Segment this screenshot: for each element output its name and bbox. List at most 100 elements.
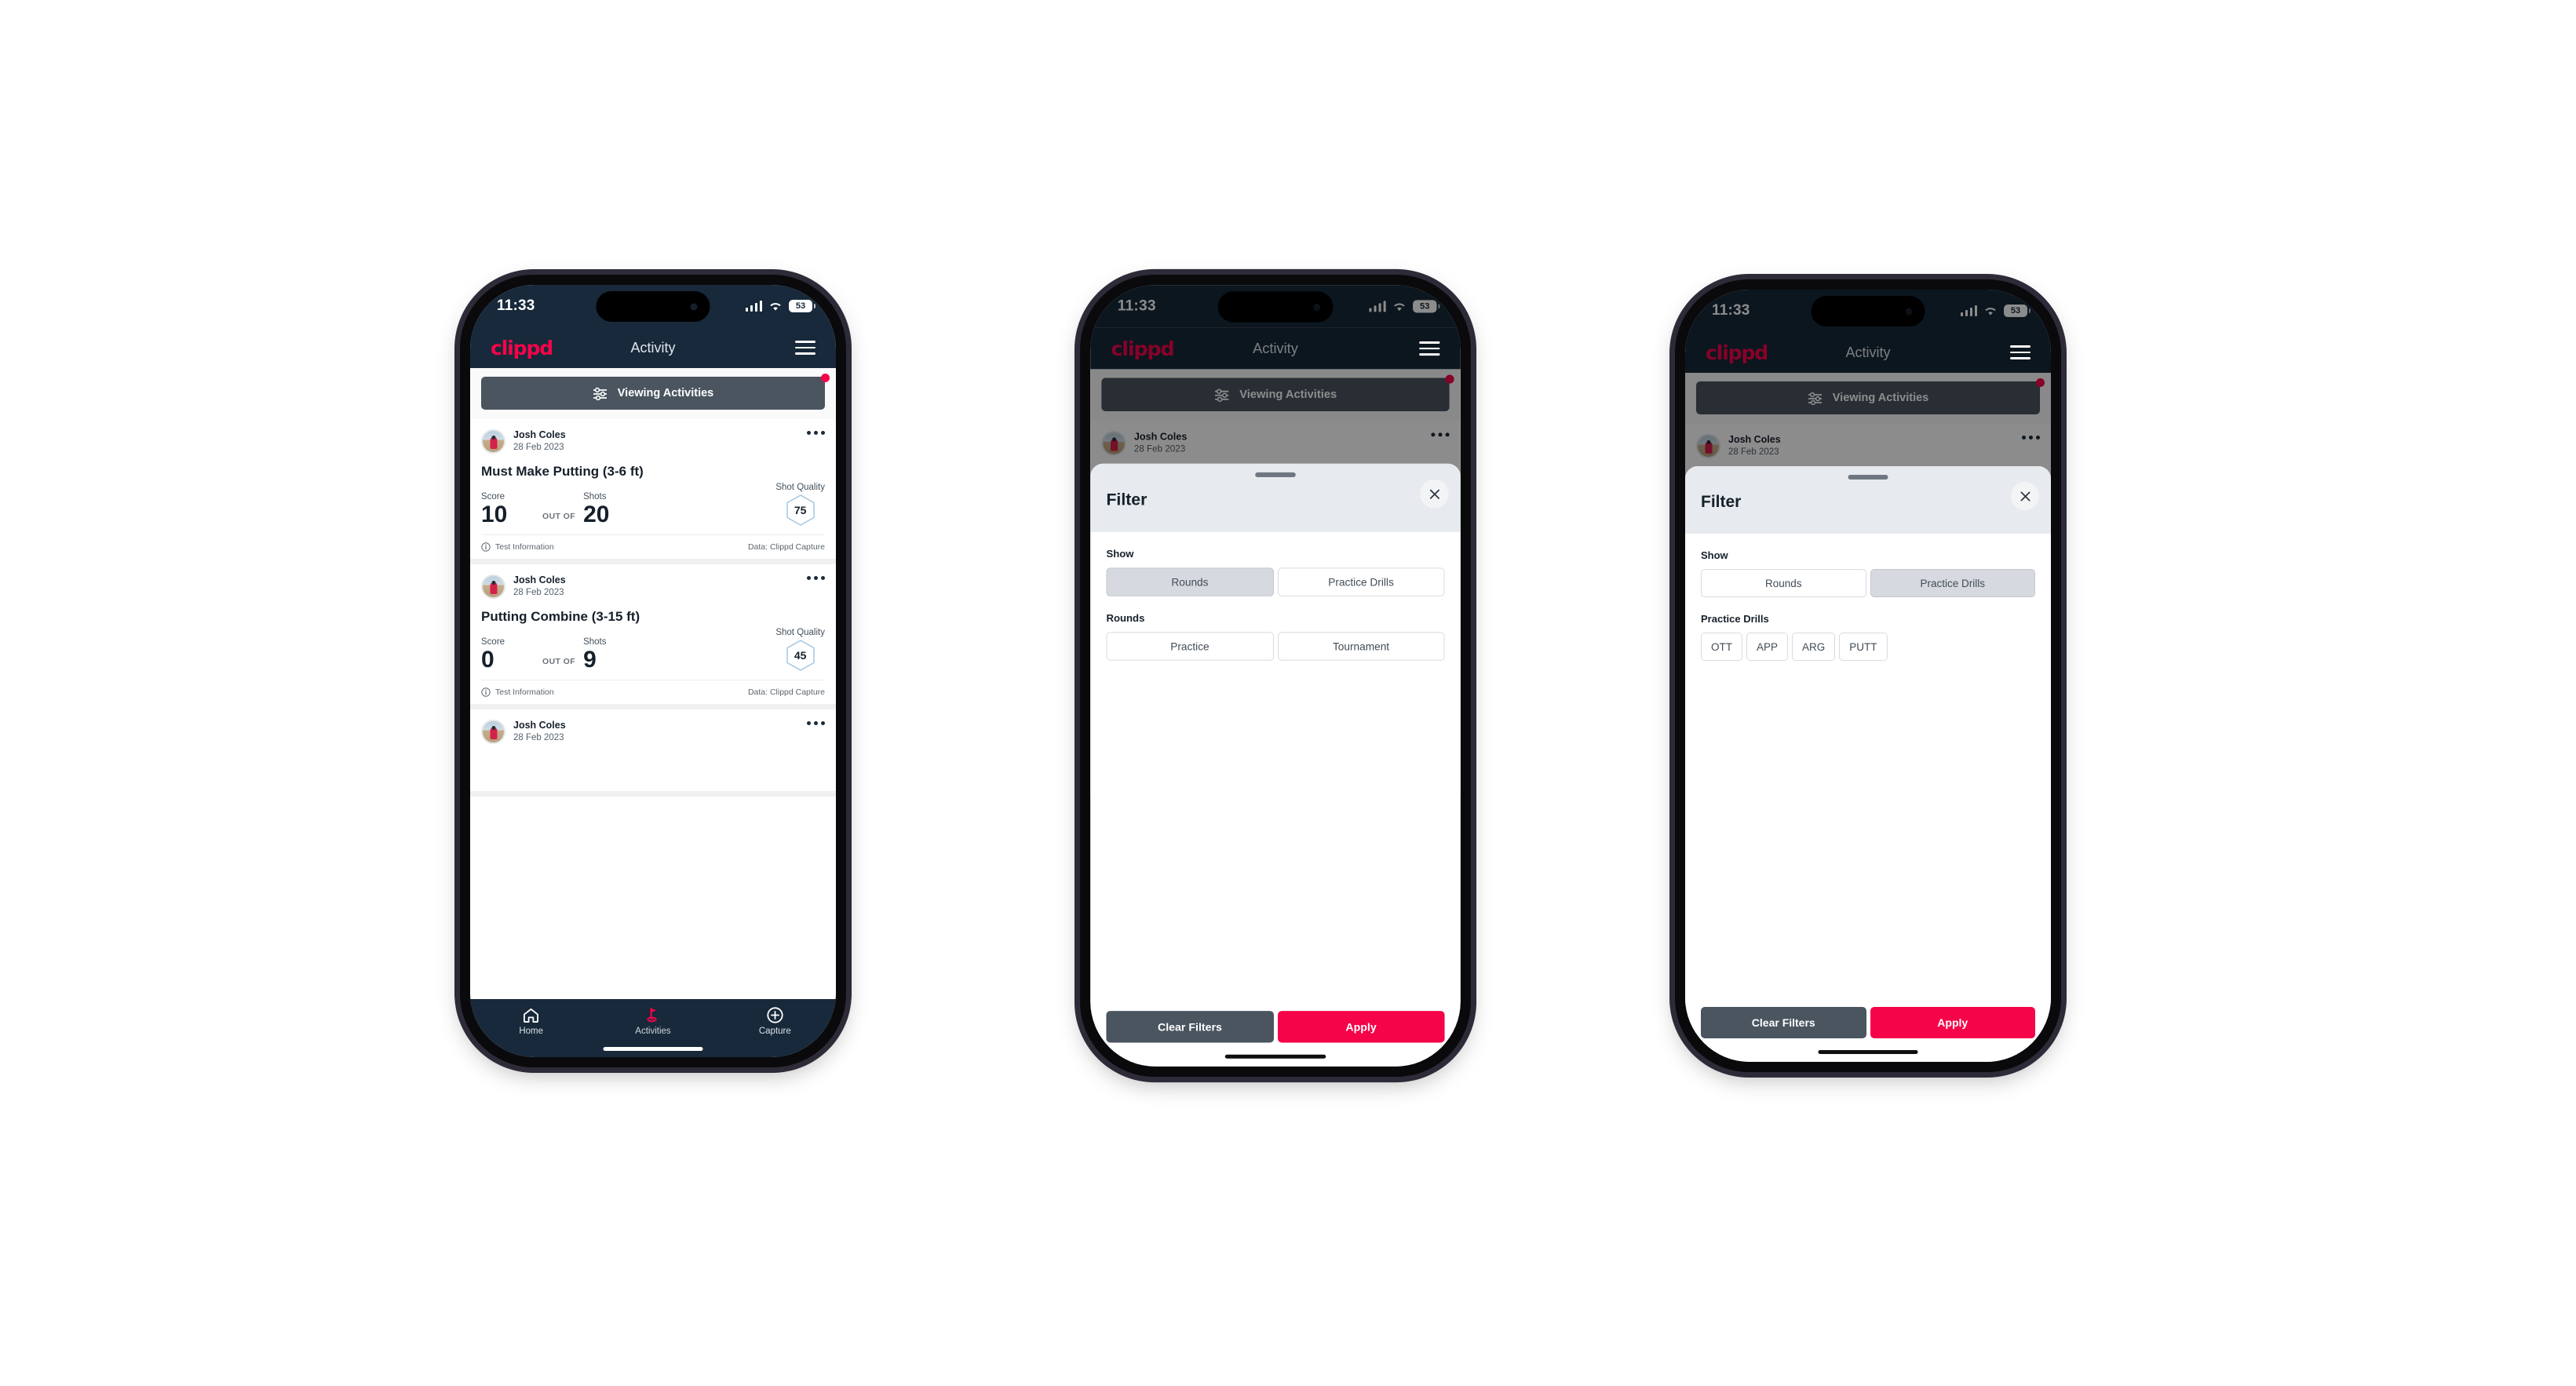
apply-button[interactable]: Apply — [1277, 1011, 1445, 1043]
rounds-option-tournament[interactable]: Tournament — [1277, 632, 1445, 661]
menu-icon[interactable] — [1419, 341, 1440, 356]
score-stat: Score 10 — [481, 492, 542, 527]
score-label: Score — [481, 491, 505, 502]
filter-modal-body: Show Rounds Practice Drills Rounds Pract… — [1090, 531, 1461, 1012]
bottom-tab-bar: Home Activities Capture — [470, 999, 836, 1057]
activity-stats: Score 10 OUT OF Shots 20 Shot Quality 75 — [481, 483, 825, 534]
activity-card-footer: Test Information Data: Clippd Capture — [481, 534, 825, 559]
wifi-icon — [768, 301, 783, 312]
tab-home-label: Home — [519, 1027, 543, 1036]
tab-capture-label: Capture — [758, 1027, 791, 1036]
author-date: 28 Feb 2023 — [513, 732, 564, 742]
avatar — [481, 429, 505, 454]
tab-home[interactable]: Home — [470, 1006, 592, 1036]
filter-modal: Filter Show Rounds Practice Drills Round… — [1090, 463, 1461, 1067]
test-information-label: Test Information — [495, 688, 554, 697]
activity-list: Josh Coles 28 Feb 2023 Must Make Putting… — [470, 419, 836, 797]
tab-activities[interactable]: Activities — [592, 1006, 713, 1036]
author-date: 28 Feb 2023 — [513, 442, 564, 452]
score-label: Score — [481, 636, 505, 647]
filter-modal: Filter Show Rounds Practice Drills Pract… — [1685, 466, 2051, 1062]
show-options: Rounds Practice Drills — [1106, 567, 1445, 596]
phone-device-filter-rounds: 11:33 53 clippd Activity Viewing Activit… — [1080, 274, 1471, 1078]
activity-card[interactable]: Josh Coles 28 Feb 2023 Putting Combine (… — [470, 564, 836, 709]
drag-handle[interactable] — [1848, 475, 1888, 480]
close-icon[interactable] — [2011, 482, 2039, 510]
info-icon — [481, 688, 491, 697]
avatar — [481, 720, 505, 744]
tab-capture[interactable]: Capture — [714, 1006, 836, 1036]
screenshot-stage: 11:33 53 clippd Activity Viewing Activit… — [0, 0, 2576, 1386]
more-options-icon[interactable] — [807, 574, 825, 580]
author-name: Josh Coles — [513, 720, 566, 731]
dynamic-island — [596, 291, 710, 322]
filter-modal-header: Filter — [1685, 466, 2051, 534]
score-stat: Score 0 — [481, 637, 542, 673]
shot-quality-label: Shot Quality — [775, 628, 825, 637]
more-options-icon[interactable] — [807, 720, 825, 725]
clippd-logo: clippd — [491, 336, 553, 359]
show-option-practice-drills[interactable]: Practice Drills — [1277, 567, 1445, 596]
practice-drills-options: OTT APP ARG PUTT — [1701, 633, 2035, 661]
shot-quality-badge: 75 — [784, 494, 817, 527]
status-indicators: 53 — [745, 300, 815, 312]
clear-filters-button[interactable]: Clear Filters — [1106, 1011, 1274, 1043]
drill-option-ott[interactable]: OTT — [1701, 633, 1742, 661]
activity-card[interactable]: Josh Coles 28 Feb 2023 Must Make Putting… — [470, 419, 836, 564]
show-group-label: Show — [1106, 548, 1134, 560]
drill-option-putt[interactable]: PUTT — [1839, 633, 1888, 661]
activity-title: Putting Combine (3-15 ft) — [481, 609, 640, 624]
drill-option-arg[interactable]: ARG — [1792, 633, 1836, 661]
rounds-options: Practice Tournament — [1106, 632, 1445, 661]
shot-quality-stat: Shot Quality 75 — [775, 483, 825, 527]
viewing-activities-button[interactable]: Viewing Activities — [481, 377, 825, 410]
more-options-icon[interactable] — [807, 429, 825, 435]
info-icon — [481, 542, 491, 552]
filter-modal-header: Filter — [1090, 463, 1461, 532]
show-option-rounds[interactable]: Rounds — [1106, 567, 1274, 596]
clear-filters-button[interactable]: Clear Filters — [1701, 1007, 1866, 1038]
show-option-practice-drills[interactable]: Practice Drills — [1870, 569, 2035, 597]
score-value: 0 — [481, 646, 494, 673]
test-information-label: Test Information — [495, 542, 554, 552]
activity-author: Josh Coles 28 Feb 2023 — [513, 429, 566, 454]
status-bar: 11:33 53 — [470, 285, 836, 327]
score-value: 10 — [481, 501, 508, 527]
phone1-screen: 11:33 53 clippd Activity Viewing Activit… — [470, 285, 836, 1057]
sliders-icon — [593, 387, 608, 400]
apply-button[interactable]: Apply — [1870, 1007, 2035, 1038]
close-icon[interactable] — [1420, 480, 1449, 509]
filter-modal-title: Filter — [1106, 491, 1148, 509]
rounds-option-practice[interactable]: Practice — [1106, 632, 1274, 661]
show-options: Rounds Practice Drills — [1701, 569, 2035, 597]
filter-modal-body: Show Rounds Practice Drills Practice Dri… — [1685, 534, 2051, 1007]
tab-activities-label: Activities — [635, 1027, 671, 1036]
home-indicator — [1818, 1050, 1918, 1054]
data-source-label: Data: Clippd Capture — [747, 542, 825, 552]
activity-title: Must Make Putting (3-6 ft) — [481, 464, 644, 479]
drill-option-app[interactable]: APP — [1746, 633, 1789, 661]
show-option-rounds[interactable]: Rounds — [1701, 569, 1866, 597]
out-of-label: OUT OF — [542, 512, 576, 521]
out-of-label: OUT OF — [542, 657, 576, 666]
shots-stat: Shots 9 — [583, 637, 606, 673]
activity-card[interactable]: Josh Coles 28 Feb 2023 — [470, 709, 836, 797]
shots-stat: Shots 20 — [583, 492, 609, 527]
activity-author: Josh Coles 28 Feb 2023 — [513, 720, 566, 744]
viewing-activities-label: Viewing Activities — [617, 387, 714, 399]
activity-card-header: Josh Coles 28 Feb 2023 — [481, 564, 825, 599]
phone3-screen: 11:33 53 clippd Activity Viewing Activit… — [1685, 290, 2051, 1062]
activity-card-header: Josh Coles 28 Feb 2023 — [481, 709, 825, 744]
drag-handle[interactable] — [1255, 472, 1296, 477]
menu-icon[interactable] — [795, 341, 815, 355]
activity-card-header: Josh Coles 28 Feb 2023 — [481, 419, 825, 454]
shots-value: 20 — [583, 501, 610, 527]
menu-icon[interactable] — [2010, 345, 2031, 359]
cellular-bars-icon — [745, 301, 762, 312]
author-name: Josh Coles — [513, 429, 566, 441]
phone-device-filter-drills: 11:33 53 clippd Activity Viewing Activit… — [1675, 279, 2061, 1072]
filter-notification-dot — [821, 374, 830, 382]
author-name: Josh Coles — [513, 574, 566, 586]
activity-stats: Score 0 OUT OF Shots 9 Shot Quality 45 — [481, 628, 825, 680]
status-time: 11:33 — [497, 297, 535, 314]
